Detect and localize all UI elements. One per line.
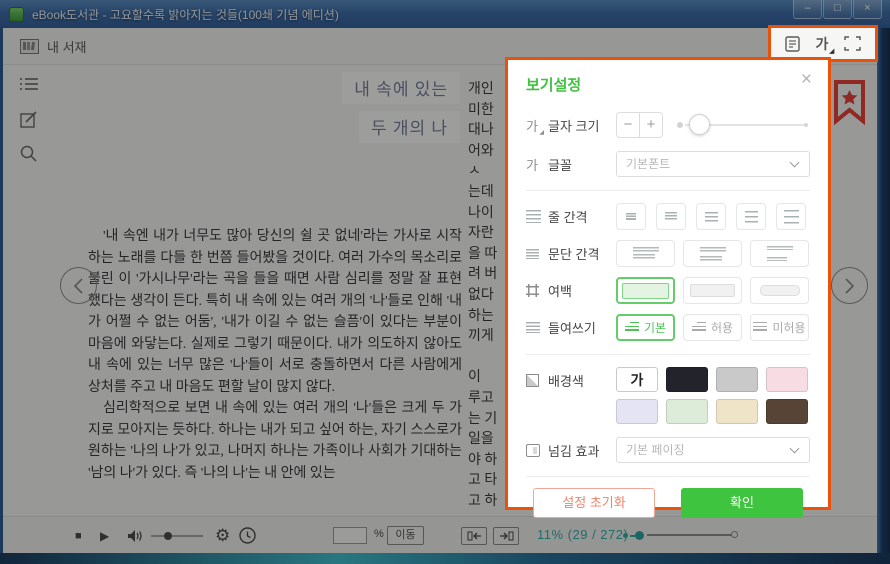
indent-option-default-selected[interactable]: 기본 xyxy=(616,314,675,341)
page-turn-label: 넘김 효과 xyxy=(548,441,599,460)
bg-swatch-cream[interactable] xyxy=(716,399,758,424)
background-color-swatches: 가 xyxy=(616,367,810,424)
indent-icon xyxy=(526,322,548,333)
font-size-icon: 가◢ xyxy=(526,116,548,135)
indent-allow-label: 허용 xyxy=(711,319,733,336)
margin-option-1-selected[interactable] xyxy=(616,277,675,304)
font-family-label: 글꼴 xyxy=(548,155,572,174)
panel-title: 보기설정 xyxy=(526,77,581,94)
indent-disallow-label: 미허용 xyxy=(772,319,805,336)
bg-swatch-black[interactable] xyxy=(666,367,708,392)
app-window: eBook도서관 - 고요할수록 밝아지는 것들(100쇄 기념 에디션) – … xyxy=(0,0,890,564)
page-turn-select[interactable]: 기본 페이징 xyxy=(616,437,810,463)
font-family-select[interactable]: 기본폰트 xyxy=(616,151,810,177)
view-settings-panel: 보기설정 × 가◢ 글자 크기 − + xyxy=(505,57,831,510)
confirm-button[interactable]: 확인 xyxy=(681,488,803,518)
background-color-label: 배경색 xyxy=(548,371,584,390)
bg-swatch-white[interactable]: 가 xyxy=(616,367,658,392)
chevron-down-icon xyxy=(790,158,800,168)
margin-option-2[interactable] xyxy=(683,277,742,304)
font-size-label: 글자 크기 xyxy=(548,116,599,135)
line-spacing-option-2[interactable] xyxy=(656,203,686,230)
margin-icon xyxy=(526,284,548,297)
font-settings-icon[interactable]: 가◢ xyxy=(816,34,829,54)
margin-option-3[interactable] xyxy=(750,277,809,304)
indent-option-disallow[interactable]: 미허용 xyxy=(750,314,809,341)
bg-swatch-brown[interactable] xyxy=(766,399,808,424)
line-spacing-option-3[interactable] xyxy=(696,203,726,230)
margin-label: 여백 xyxy=(548,281,572,300)
line-spacing-option-4[interactable] xyxy=(736,203,766,230)
bg-swatch-lavender[interactable] xyxy=(616,399,658,424)
paragraph-spacing-option-2[interactable] xyxy=(683,240,742,267)
panel-close-icon[interactable]: × xyxy=(801,70,812,89)
background-color-icon xyxy=(526,374,548,387)
font-size-slider[interactable] xyxy=(685,124,806,126)
line-spacing-option-1[interactable] xyxy=(616,203,646,230)
indent-label: 들여쓰기 xyxy=(548,318,596,337)
bg-swatch-pink[interactable] xyxy=(766,367,808,392)
line-spacing-label: 줄 간격 xyxy=(548,207,588,226)
reset-settings-button[interactable]: 설정 초기화 xyxy=(533,488,655,518)
font-size-increase-button[interactable]: + xyxy=(640,113,662,137)
view-settings-doc-icon[interactable] xyxy=(785,36,800,52)
fullscreen-icon[interactable] xyxy=(844,36,861,51)
bg-swatch-green[interactable] xyxy=(666,399,708,424)
font-size-slider-handle[interactable] xyxy=(689,114,710,135)
font-size-stepper: − + xyxy=(616,112,663,138)
bg-swatch-gray[interactable] xyxy=(716,367,758,392)
indent-option-allow[interactable]: 허용 xyxy=(683,314,742,341)
font-family-icon: 가 xyxy=(526,155,548,174)
line-spacing-icon xyxy=(526,210,548,223)
font-family-value: 기본폰트 xyxy=(626,157,670,171)
paragraph-spacing-icon xyxy=(526,249,548,259)
font-size-decrease-button[interactable]: − xyxy=(617,113,640,137)
paragraph-spacing-option-1[interactable] xyxy=(616,240,675,267)
chevron-down-icon xyxy=(790,444,800,454)
page-turn-value: 기본 페이징 xyxy=(626,443,685,457)
page-turn-icon xyxy=(526,444,548,457)
paragraph-spacing-label: 문단 간격 xyxy=(548,244,599,263)
slider-min-dot xyxy=(677,122,683,128)
cursor-mark-icon: ◢ xyxy=(829,47,834,55)
indent-default-label: 기본 xyxy=(644,319,666,336)
line-spacing-option-5[interactable] xyxy=(776,203,806,230)
slider-max-dot xyxy=(804,123,808,127)
paragraph-spacing-option-3[interactable] xyxy=(750,240,809,267)
